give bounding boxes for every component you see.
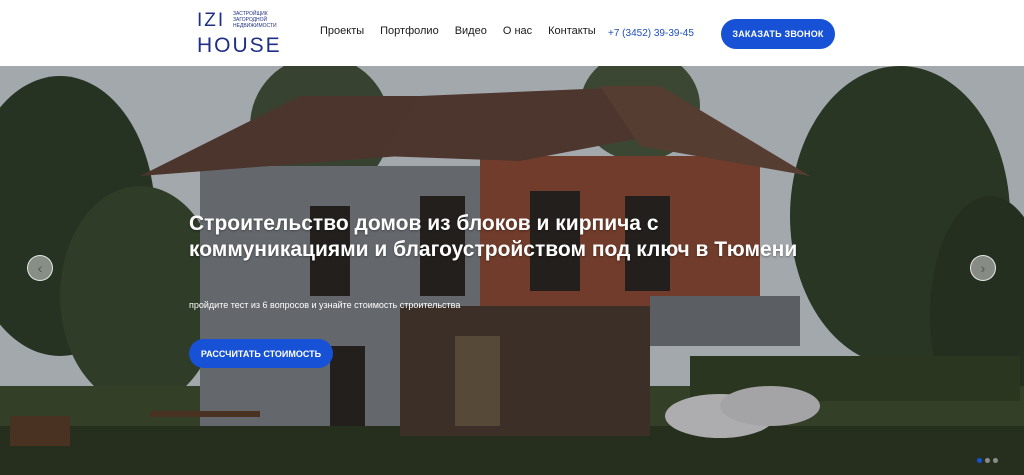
nav-projects[interactable]: Проекты (320, 25, 364, 37)
slider-prev-button[interactable]: ‹ (27, 255, 53, 281)
logo-izi: IZI (197, 10, 226, 31)
slider-pagination (977, 458, 1001, 463)
main-nav: Проекты Портфолио Видео О нас Контакты (320, 25, 612, 37)
phone-link[interactable]: +7 (3452) 39-39-45 (608, 28, 694, 39)
logo-tagline: ЗАСТРОЙЩИК ЗАГОРОДНОЙ НЕДВИЖИМОСТИ (233, 11, 277, 29)
slider-dot[interactable] (993, 458, 998, 463)
calculate-cost-button[interactable]: РАССЧИТАТЬ СТОИМОСТЬ (189, 339, 333, 368)
nav-video[interactable]: Видео (455, 25, 487, 37)
slider-next-button[interactable]: › (970, 255, 996, 281)
chevron-left-icon: ‹ (37, 260, 43, 276)
logo[interactable]: IZI ЗАСТРОЙЩИК ЗАГОРОДНОЙ НЕДВИЖИМОСТИ H… (197, 10, 289, 58)
nav-portfolio[interactable]: Портфолио (380, 25, 439, 37)
hero-subtitle: пройдите тест из 6 вопросов и узнайте ст… (189, 300, 461, 310)
hero-overlay (0, 66, 1024, 475)
chevron-right-icon: › (980, 260, 986, 276)
site-header: IZI ЗАСТРОЙЩИК ЗАГОРОДНОЙ НЕДВИЖИМОСТИ H… (0, 0, 1024, 66)
slider-dot[interactable] (985, 458, 990, 463)
logo-house: HOUSE (197, 34, 282, 57)
hero-title: Строительство домов из блоков и кирпича … (189, 212, 798, 261)
nav-about[interactable]: О нас (503, 25, 532, 37)
nav-contacts[interactable]: Контакты (548, 25, 596, 37)
order-call-button[interactable]: ЗАКАЗАТЬ ЗВОНОК (721, 19, 835, 49)
slider-dot[interactable] (977, 458, 982, 463)
hero-slider: Строительство домов из блоков и кирпича … (0, 66, 1024, 475)
